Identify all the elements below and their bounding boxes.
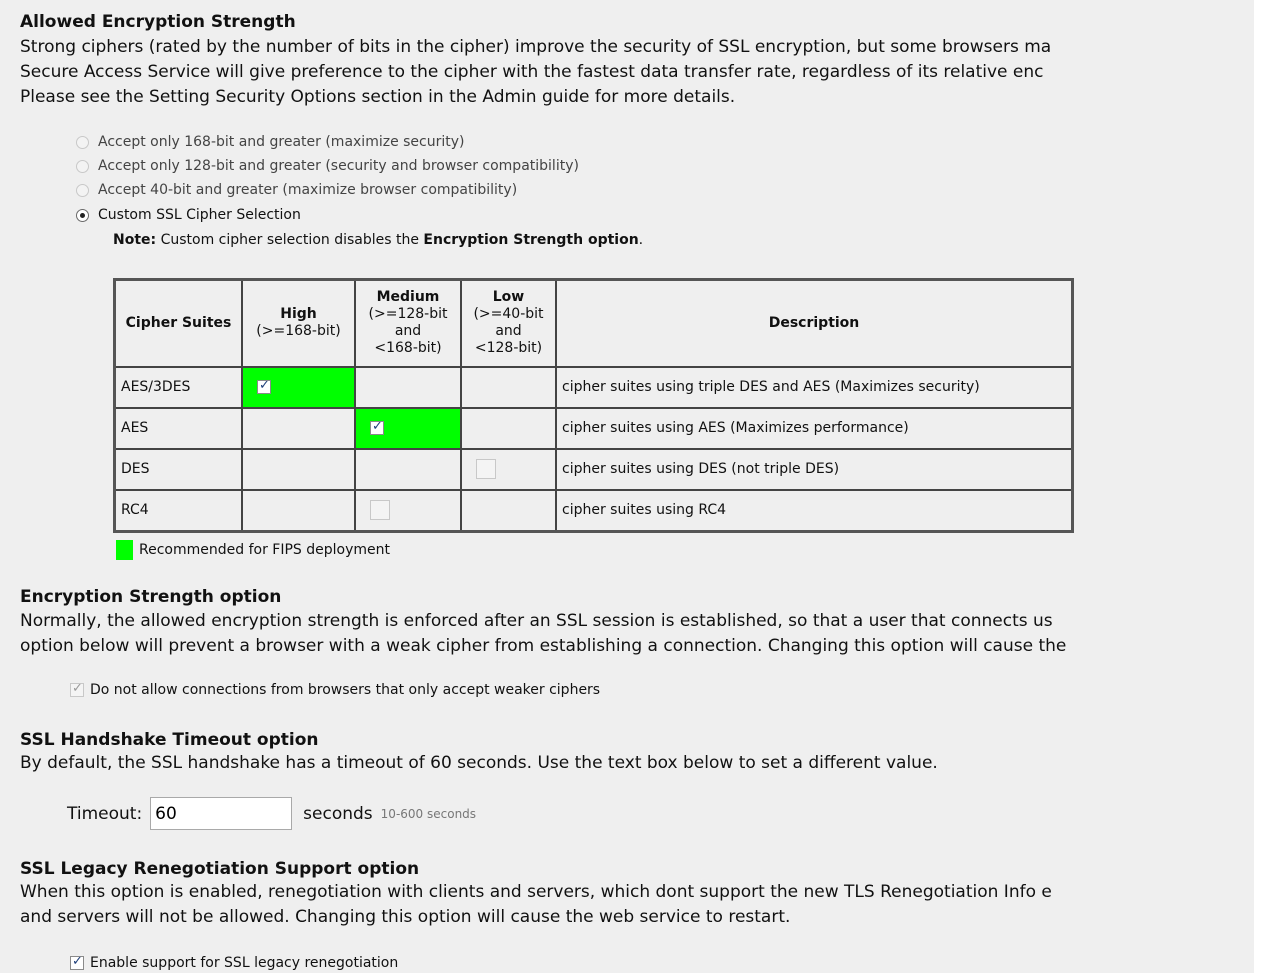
checkbox-aes-3des-high[interactable] — [257, 378, 271, 394]
cell-medium — [354, 447, 462, 491]
table-row: AES cipher suites using AES (Maximizes p… — [113, 406, 1074, 450]
header-low-range: and — [495, 323, 522, 340]
legacy-renegotiation-title: SSL Legacy Renegotiation Support option — [20, 859, 420, 879]
header-high-range: (>=168-bit) — [256, 323, 341, 340]
radio-button-selected[interactable] — [76, 208, 89, 222]
header-medium-range: and — [394, 323, 422, 340]
option-128-bit[interactable]: Accept only 128-bit and greater (securit… — [76, 158, 579, 174]
description-line: option below will prevent a browser with… — [20, 636, 1067, 656]
handshake-timeout-title: SSL Handshake Timeout option — [20, 730, 319, 750]
timeout-label: Timeout: — [67, 803, 143, 824]
legacy-renegotiation-checkbox[interactable] — [70, 954, 84, 970]
legacy-renegotiation-option[interactable]: Enable support for SSL legacy renegotiat… — [70, 954, 399, 971]
header-low-range: (>=40-bit — [473, 306, 544, 323]
description-line: Please see the Setting Security Options … — [20, 87, 736, 107]
suite-description: cipher suites using AES (Maximizes perfo… — [555, 406, 1074, 450]
encryption-strength-description: Normally, the allowed encryption strengt… — [20, 609, 1066, 659]
suite-description: cipher suites using triple DES and AES (… — [555, 365, 1074, 409]
green-swatch — [116, 540, 133, 560]
suite-name: AES — [113, 406, 243, 450]
suite-description: cipher suites using DES (not triple DES) — [555, 447, 1074, 491]
description-line: and servers will not be allowed. Changin… — [20, 907, 791, 927]
option-label: Accept 40-bit and greater (maximize brow… — [98, 182, 518, 198]
description-line: Normally, the allowed encryption strengt… — [20, 611, 1053, 631]
table-row: DES cipher suites using DES (not triple … — [113, 447, 1074, 491]
weak-cipher-option[interactable]: Do not allow connections from browsers t… — [70, 681, 601, 698]
header-low-label: Low — [492, 289, 525, 306]
cell-high — [241, 365, 356, 409]
option-label: Accept only 168-bit and greater (maximiz… — [98, 134, 465, 150]
checkbox-aes-medium[interactable] — [370, 419, 384, 435]
cell-medium — [354, 488, 462, 532]
note-text: Custom cipher selection disables the — [156, 232, 424, 248]
cell-high — [241, 488, 356, 532]
table-header-row: Cipher Suites High (>=168-bit) Medium (>… — [113, 278, 1074, 368]
timeout-row: Timeout: seconds 10-600 seconds — [67, 797, 476, 830]
header-high: High (>=168-bit) — [241, 278, 356, 368]
checkbox-rc4-medium[interactable] — [370, 500, 390, 520]
cell-low — [460, 488, 557, 532]
suite-name: AES/3DES — [113, 365, 243, 409]
radio-button[interactable] — [76, 135, 89, 149]
header-medium: Medium (>=128-bit and <168-bit) — [354, 278, 462, 368]
checkbox-label: Do not allow connections from browsers t… — [90, 682, 601, 698]
checkbox-des-low[interactable] — [476, 459, 496, 479]
header-high-label: High — [280, 306, 317, 323]
radio-button[interactable] — [76, 183, 89, 197]
cell-high — [241, 406, 356, 450]
header-cipher-suites: Cipher Suites — [113, 278, 243, 368]
timeout-hint: 10-600 seconds — [380, 806, 477, 821]
table-row: RC4 cipher suites using RC4 — [113, 488, 1074, 532]
header-low-range: <128-bit) — [474, 340, 543, 357]
table-row: AES/3DES cipher suites using triple DES … — [113, 365, 1074, 409]
note-end: . — [638, 232, 644, 248]
allowed-encryption-description: Strong ciphers (rated by the number of b… — [20, 35, 1051, 110]
radio-button[interactable] — [76, 159, 89, 173]
encryption-strength-title: Encryption Strength option — [20, 587, 282, 607]
handshake-timeout-description: By default, the SSL handshake has a time… — [20, 753, 938, 773]
suite-description: cipher suites using RC4 — [555, 488, 1074, 532]
note-bold-text: Encryption Strength option — [423, 232, 639, 248]
option-label: Custom SSL Cipher Selection — [98, 207, 301, 223]
custom-cipher-note: Note: Custom cipher selection disables t… — [113, 232, 643, 248]
header-medium-range: (>=128-bit — [368, 306, 448, 323]
legend-label: Recommended for FIPS deployment — [139, 542, 390, 558]
ssl-options-page: Allowed Encryption Strength Strong ciphe… — [20, 0, 1262, 973]
legacy-renegotiation-description: When this option is enabled, renegotiati… — [20, 880, 1052, 930]
cell-high — [241, 447, 356, 491]
description-line: When this option is enabled, renegotiati… — [20, 882, 1052, 902]
option-168-bit[interactable]: Accept only 168-bit and greater (maximiz… — [76, 134, 465, 150]
option-label: Accept only 128-bit and greater (securit… — [98, 158, 579, 174]
header-description: Description — [555, 278, 1074, 368]
header-medium-range: <168-bit) — [374, 340, 442, 357]
suite-name: RC4 — [113, 488, 243, 532]
cipher-suites-table: Cipher Suites High (>=168-bit) Medium (>… — [113, 278, 1074, 533]
checkbox-label: Enable support for SSL legacy renegotiat… — [90, 955, 399, 971]
suite-name: DES — [113, 447, 243, 491]
right-edge — [1254, 0, 1262, 973]
description-line: Secure Access Service will give preferen… — [20, 62, 1044, 82]
cell-medium — [354, 365, 462, 409]
description-line: Strong ciphers (rated by the number of b… — [20, 37, 1052, 57]
note-prefix: Note: — [113, 232, 157, 248]
option-custom-cipher[interactable]: Custom SSL Cipher Selection — [76, 207, 301, 223]
cell-low — [460, 406, 557, 450]
header-low: Low (>=40-bit and <128-bit) — [460, 278, 557, 368]
cell-low — [460, 365, 557, 409]
fips-legend: Recommended for FIPS deployment — [116, 540, 390, 560]
timeout-unit: seconds — [303, 803, 373, 824]
header-medium-label: Medium — [376, 289, 440, 306]
cell-medium — [354, 406, 462, 450]
timeout-input[interactable] — [150, 797, 293, 830]
option-40-bit[interactable]: Accept 40-bit and greater (maximize brow… — [76, 182, 517, 198]
allowed-encryption-title: Allowed Encryption Strength — [20, 12, 296, 32]
cell-low — [460, 447, 557, 491]
weak-cipher-checkbox[interactable] — [70, 681, 84, 697]
